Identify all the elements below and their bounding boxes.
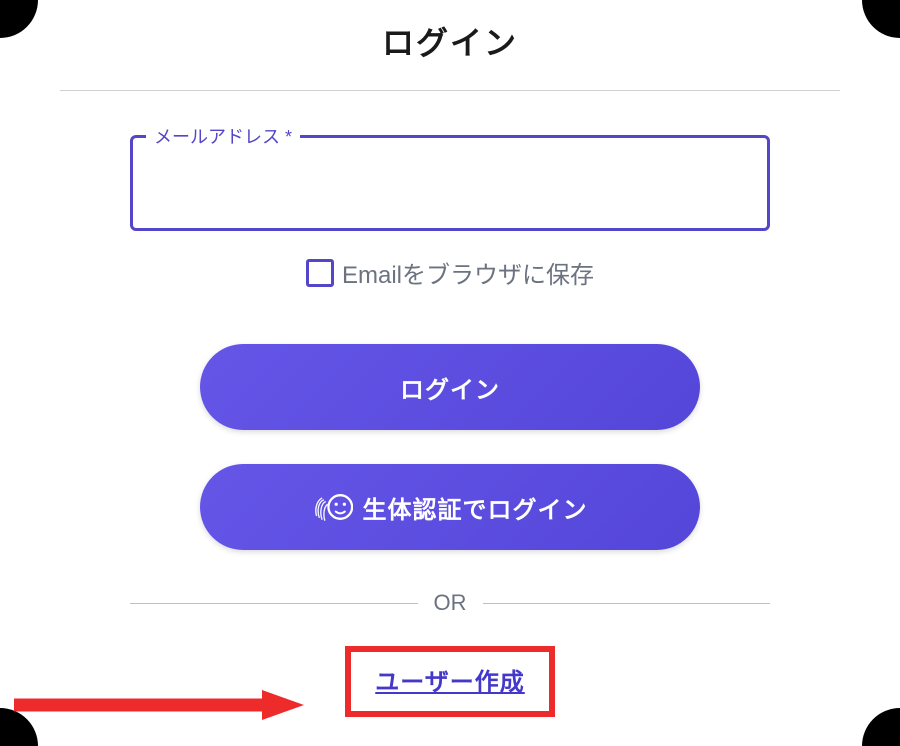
- fingerprint-face-icon: [313, 487, 353, 527]
- divider-line: [483, 603, 771, 604]
- save-email-label: Emailをブラウザに保存: [342, 255, 594, 290]
- page-title: ログイン: [382, 18, 518, 64]
- biometric-login-button[interactable]: 生体認証でログイン: [200, 464, 700, 550]
- login-button[interactable]: ログイン: [200, 344, 700, 430]
- or-divider: OR: [130, 590, 770, 616]
- create-user-link[interactable]: ユーザー作成: [375, 669, 525, 696]
- highlight-annotation: ユーザー作成: [345, 646, 555, 717]
- login-button-label: ログイン: [400, 370, 500, 405]
- save-email-row: Emailをブラウザに保存: [306, 255, 594, 290]
- save-email-checkbox[interactable]: [306, 259, 334, 287]
- title-divider: [60, 90, 840, 91]
- email-field[interactable]: [130, 135, 770, 231]
- email-field-wrapper: メールアドレス *: [130, 135, 770, 231]
- login-form: メールアドレス * Emailをブラウザに保存 ログイン: [130, 135, 770, 717]
- email-field-label: メールアドレス *: [146, 123, 300, 149]
- or-text: OR: [434, 590, 467, 616]
- biometric-button-label: 生体認証でログイン: [363, 490, 588, 525]
- create-user-wrapper: ユーザー作成: [345, 646, 555, 717]
- login-dialog: ログイン メールアドレス * Emailをブラウザに保存 ログイン: [0, 0, 900, 717]
- divider-line: [130, 603, 418, 604]
